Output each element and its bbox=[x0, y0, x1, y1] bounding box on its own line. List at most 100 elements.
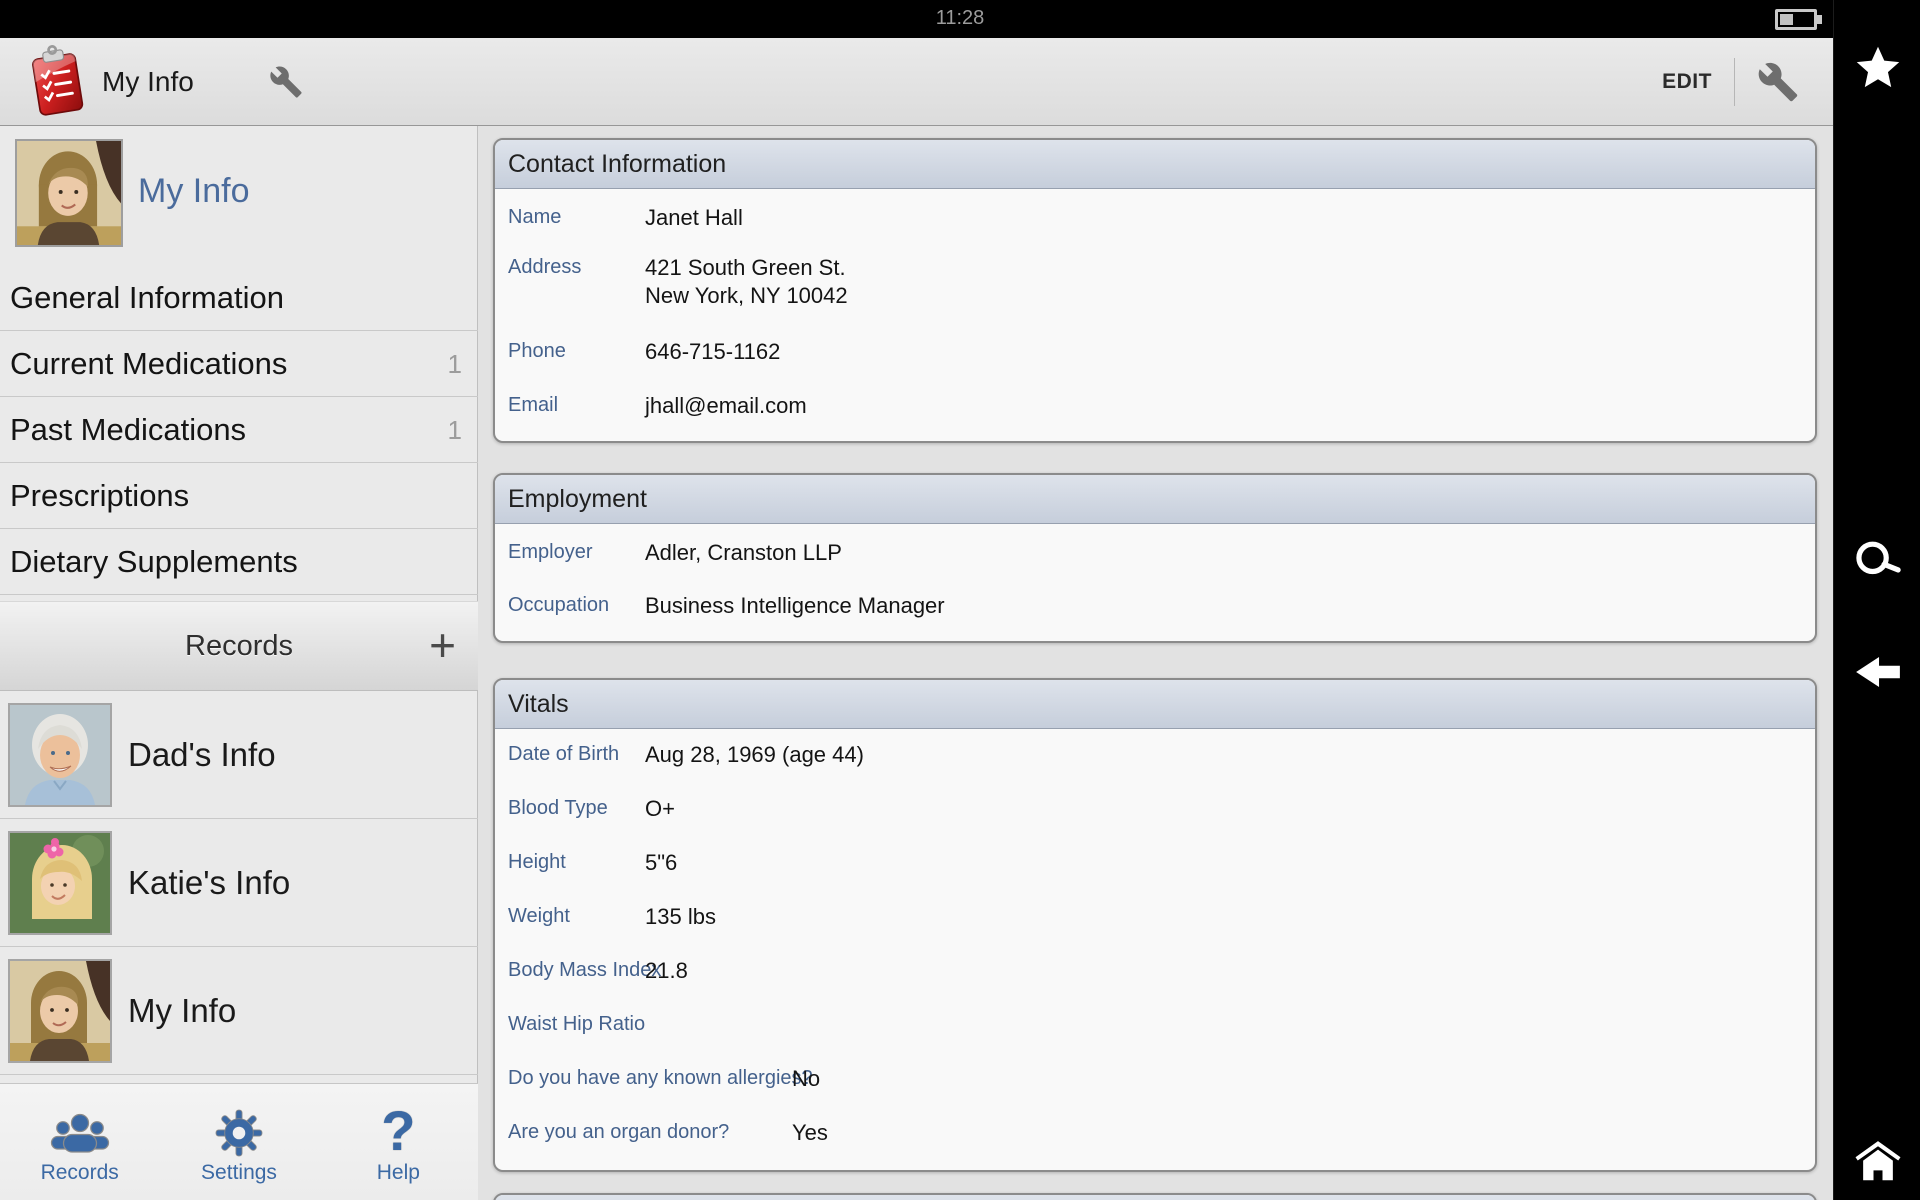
field-value: Aug 28, 1969 (age 44) bbox=[645, 741, 864, 769]
profile-avatar[interactable] bbox=[15, 139, 123, 247]
record-item-my-info[interactable]: My Info bbox=[0, 947, 478, 1075]
field-row-date-of-birth: Date of Birth Aug 28, 1969 (age 44) bbox=[495, 741, 1815, 771]
toolbar-label: Settings bbox=[201, 1161, 277, 1185]
field-row-height: Height 5"6 bbox=[495, 849, 1815, 879]
field-value: Adler, Cranston LLP bbox=[645, 539, 842, 567]
record-item-katies-info[interactable]: Katie's Info bbox=[0, 819, 478, 947]
field-row-waist-hip-ratio: Waist Hip Ratio bbox=[495, 1011, 1815, 1041]
favorite-star-button[interactable] bbox=[1834, 40, 1920, 96]
menu-label: General Information bbox=[10, 280, 284, 315]
field-label: Height bbox=[508, 851, 566, 874]
section-header: Vitals bbox=[495, 680, 1815, 729]
section-vitals: Vitals Date of Birth Aug 28, 1969 (age 4… bbox=[493, 678, 1817, 1172]
count-badge: 1 bbox=[448, 331, 462, 397]
app-logo-clipboard-icon bbox=[20, 43, 92, 121]
menu-label: Prescriptions bbox=[10, 478, 189, 513]
field-label: Body Mass Index bbox=[508, 959, 661, 982]
battery-level bbox=[1780, 14, 1793, 25]
records-title: Records bbox=[185, 630, 293, 663]
count-badge: 1 bbox=[448, 397, 462, 463]
sidebar-item-dietary-supplements[interactable]: Dietary Supplements bbox=[0, 529, 478, 595]
add-record-button[interactable]: + bbox=[421, 602, 464, 692]
battery-nub bbox=[1817, 15, 1822, 24]
field-label: Employer bbox=[508, 541, 592, 564]
section-partial-next bbox=[493, 1193, 1817, 1200]
field-label: Date of Birth bbox=[508, 743, 619, 766]
record-item-dads-info[interactable]: Dad's Info bbox=[0, 691, 478, 819]
section-employment: Employment Employer Adler, Cranston LLP … bbox=[493, 473, 1817, 643]
avatar bbox=[8, 831, 112, 935]
tools-wrench-icon[interactable] bbox=[264, 60, 308, 104]
field-label: Email bbox=[508, 394, 558, 417]
field-value: 646-715-1162 bbox=[645, 338, 780, 366]
section-header bbox=[495, 1195, 1815, 1200]
android-nav-bar bbox=[1833, 0, 1920, 1200]
toolbar-settings-button[interactable]: Settings bbox=[159, 1084, 318, 1200]
field-label: Address bbox=[508, 256, 581, 279]
field-label: Weight bbox=[508, 905, 570, 928]
field-row-occupation: Occupation Business Intelligence Manager bbox=[495, 592, 1815, 622]
section-header: Employment bbox=[495, 475, 1815, 524]
status-bar: 11:28 bbox=[0, 0, 1920, 38]
field-value: Janet Hall bbox=[645, 204, 743, 232]
field-value: 421 South Green St.New York, NY 10042 bbox=[645, 254, 848, 310]
field-row-allergies: Do you have any known allergies? No bbox=[495, 1065, 1815, 1095]
sidebar-item-prescriptions[interactable]: Prescriptions bbox=[0, 463, 478, 529]
field-value: 135 lbs bbox=[645, 903, 716, 931]
field-value: Business Intelligence Manager bbox=[645, 592, 945, 620]
gear-icon bbox=[213, 1103, 265, 1159]
main-content: Contact Information Name Janet Hall Addr… bbox=[479, 126, 1833, 1200]
section-contact-information: Contact Information Name Janet Hall Addr… bbox=[493, 138, 1817, 443]
field-label: Waist Hip Ratio bbox=[508, 1013, 645, 1036]
menu-label: Dietary Supplements bbox=[10, 544, 298, 579]
sidebar-toolbar: Records bbox=[0, 1083, 478, 1200]
field-row-phone: Phone 646-715-1162 bbox=[495, 338, 1815, 368]
page-title: My Info bbox=[102, 38, 194, 126]
field-label: Blood Type bbox=[508, 797, 608, 820]
records-section-header: Records + bbox=[0, 601, 478, 691]
sidebar-my-info-title[interactable]: My Info bbox=[138, 172, 249, 211]
record-name: Dad's Info bbox=[128, 691, 276, 819]
header-divider bbox=[1734, 58, 1735, 106]
search-button[interactable] bbox=[1834, 532, 1920, 588]
edit-button[interactable]: EDIT bbox=[1642, 38, 1732, 126]
toolbar-label: Help bbox=[377, 1161, 420, 1185]
field-value: 5"6 bbox=[645, 849, 677, 877]
record-name: My Info bbox=[128, 947, 236, 1075]
field-label: Phone bbox=[508, 340, 566, 363]
sidebar-item-general-information[interactable]: General Information bbox=[0, 265, 478, 331]
toolbar-label: Records bbox=[41, 1161, 119, 1185]
app-header: My Info EDIT bbox=[0, 38, 1833, 126]
field-label: Are you an organ donor? bbox=[508, 1121, 729, 1144]
field-value: 21.8 bbox=[645, 957, 688, 985]
field-row-employer: Employer Adler, Cranston LLP bbox=[495, 539, 1815, 569]
section-header: Contact Information bbox=[495, 140, 1815, 189]
field-label: Name bbox=[508, 206, 561, 229]
field-value: jhall@email.com bbox=[645, 392, 807, 420]
sidebar: My Info General Information Current Medi… bbox=[0, 126, 478, 1200]
field-row-organ-donor: Are you an organ donor? Yes bbox=[495, 1119, 1815, 1149]
field-row-weight: Weight 135 lbs bbox=[495, 903, 1815, 933]
home-button[interactable] bbox=[1834, 1132, 1920, 1188]
settings-wrench-icon[interactable] bbox=[1752, 56, 1804, 108]
battery-icon bbox=[1775, 9, 1817, 30]
avatar bbox=[8, 959, 112, 1063]
sidebar-item-past-medications[interactable]: Past Medications 1 bbox=[0, 397, 478, 463]
sidebar-item-current-medications[interactable]: Current Medications 1 bbox=[0, 331, 478, 397]
field-label: Occupation bbox=[508, 594, 609, 617]
question-mark-icon: ? bbox=[381, 1103, 415, 1159]
field-row-email: Email jhall@email.com bbox=[495, 392, 1815, 422]
field-value: O+ bbox=[645, 795, 675, 823]
field-row-body-mass-index: Body Mass Index 21.8 bbox=[495, 957, 1815, 987]
field-value: Yes bbox=[792, 1119, 828, 1147]
menu-label: Past Medications bbox=[10, 412, 246, 447]
avatar bbox=[8, 703, 112, 807]
field-row-name: Name Janet Hall bbox=[495, 204, 1815, 234]
sidebar-menu: General Information Current Medications … bbox=[0, 265, 478, 595]
toolbar-records-button[interactable]: Records bbox=[0, 1084, 159, 1200]
app-screen: 11:28 bbox=[0, 0, 1920, 1200]
back-button[interactable] bbox=[1834, 644, 1920, 700]
field-row-blood-type: Blood Type O+ bbox=[495, 795, 1815, 825]
toolbar-help-button[interactable]: ? Help bbox=[319, 1084, 478, 1200]
clock: 11:28 bbox=[0, 7, 1920, 30]
